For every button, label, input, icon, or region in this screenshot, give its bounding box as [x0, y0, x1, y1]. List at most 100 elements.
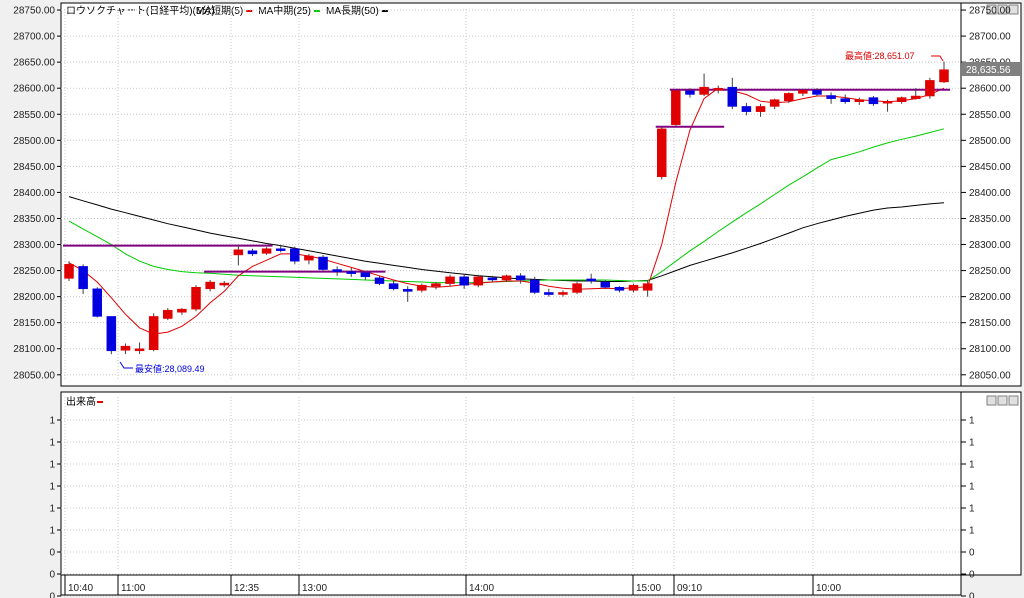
candle-body	[402, 289, 413, 292]
candle-body	[205, 281, 215, 290]
y-tick-label: 28250.00	[969, 266, 1011, 277]
current-price-value: 28,635.56	[966, 65, 1011, 76]
candle-body	[290, 248, 300, 262]
y-tick-label: 1	[969, 416, 975, 427]
y-tick-label: 28750.00	[13, 6, 55, 17]
panel-button-1[interactable]	[986, 395, 997, 406]
y-tick-label: 0	[969, 592, 975, 598]
y-tick-label: 1	[969, 438, 975, 449]
candle-body	[360, 272, 371, 278]
y-axis-left: 28750.00 28700.00 28650.00 28600.00 28550.00…	[13, 6, 61, 381]
candle-body	[148, 316, 159, 351]
candle-body	[473, 276, 484, 286]
candle-body	[78, 266, 88, 290]
y-tick-label: 1	[969, 526, 975, 537]
y-tick-label: 1	[49, 438, 55, 449]
chart-window: ロウソクチャート(日経平均)(5分) MA短期(5) MA中期(25) MA長期(5…	[0, 0, 1024, 598]
candle-body	[374, 277, 385, 284]
candle-body	[261, 248, 272, 254]
y-tick-label: 28450.00	[13, 162, 55, 173]
low-label: 最安値:28,089.49	[135, 363, 205, 374]
volume-panel-controls[interactable]	[986, 395, 1019, 406]
candle-body	[784, 93, 794, 101]
candle-body	[106, 316, 117, 352]
y-tick-label: 0	[969, 570, 975, 581]
y-tick-label: 1	[969, 504, 975, 515]
y-tick-label: 1	[969, 482, 975, 493]
candle-body	[431, 283, 441, 287]
candle-body	[699, 86, 709, 95]
candle-body	[318, 256, 328, 270]
candle-body	[346, 271, 357, 274]
candle-body	[515, 275, 526, 281]
candle-body	[614, 287, 625, 291]
candle-body	[134, 348, 145, 352]
price-panel	[60, 2, 962, 387]
candle-body	[191, 287, 201, 310]
y-tick-label: 28400.00	[13, 188, 55, 199]
candle-body	[487, 277, 498, 281]
y-tick-label: 28050.00	[969, 370, 1011, 381]
panel-button-2[interactable]	[997, 395, 1008, 406]
x-tick-label: 11:00	[121, 583, 146, 594]
x-tick-label: 15:00	[636, 583, 661, 594]
candle-body	[854, 99, 865, 103]
y-tick-label: 0	[49, 592, 55, 598]
y-tick-label: 28500.00	[13, 136, 55, 147]
y-tick-label: 28150.00	[969, 318, 1011, 329]
y-tick-label: 28700.00	[13, 32, 55, 43]
x-tick-label: 13:00	[302, 583, 327, 594]
y-tick-label: 1	[49, 460, 55, 471]
candle-body	[572, 283, 582, 293]
volume-panel	[60, 391, 962, 576]
candle-body	[713, 87, 723, 91]
current-price-tag: 28,635.56	[962, 62, 1020, 76]
y-tick-label: 28300.00	[969, 240, 1011, 251]
candle-body	[911, 95, 921, 99]
candle-body	[332, 269, 342, 272]
panel-button-3[interactable]	[1008, 395, 1019, 406]
y-tick-label: 28050.00	[13, 370, 55, 381]
legend-label: MA長期(50)	[326, 5, 379, 17]
y-tick-label: 1	[49, 526, 55, 537]
candle-body	[826, 95, 836, 99]
candle-body	[544, 292, 554, 295]
candle-body	[755, 106, 766, 112]
y-tick-label: 28100.00	[13, 344, 55, 355]
candle	[572, 282, 582, 295]
candle-body	[642, 283, 653, 291]
y-tick-label: 28400.00	[969, 188, 1011, 199]
y-tick-label: 28550.00	[969, 110, 1011, 121]
y-tick-label: 28600.00	[969, 84, 1011, 95]
candle	[473, 274, 484, 288]
y-tick-label: 28300.00	[13, 240, 55, 251]
candle-body	[388, 283, 399, 290]
volume-legend: 出来高	[66, 395, 96, 408]
candle-body	[628, 284, 639, 291]
candle	[148, 313, 159, 352]
candle	[64, 261, 74, 281]
candle-body	[501, 275, 512, 281]
candle-body	[939, 69, 949, 83]
legend-label: MA短期(5)	[196, 4, 243, 17]
y-axis-right: 28750.0028700.0028650.0028600.0028550.00…	[961, 6, 1011, 381]
y-tick-label: 28750.00	[969, 6, 1011, 17]
candle-body	[247, 250, 258, 255]
candle	[106, 316, 117, 355]
y-tick-label: 28650.00	[13, 58, 55, 69]
y-tick-label: 28250.00	[13, 266, 55, 277]
y-tick-label: 28350.00	[969, 214, 1011, 225]
candle-body	[868, 97, 879, 105]
candle	[671, 89, 681, 126]
y-tick-label: 1	[49, 504, 55, 515]
candle-body	[671, 90, 681, 125]
volume-title: 出来高	[66, 395, 96, 408]
legend-items: MA短期(5) MA中期(25) MA長期(50)	[196, 4, 388, 17]
y-tick-label: 28700.00	[969, 32, 1011, 43]
candle	[925, 77, 935, 99]
candle	[318, 254, 328, 271]
candle-body	[558, 292, 568, 295]
y-tick-label: 28150.00	[13, 318, 55, 329]
candle-body	[233, 249, 244, 256]
candle-body	[445, 276, 455, 284]
